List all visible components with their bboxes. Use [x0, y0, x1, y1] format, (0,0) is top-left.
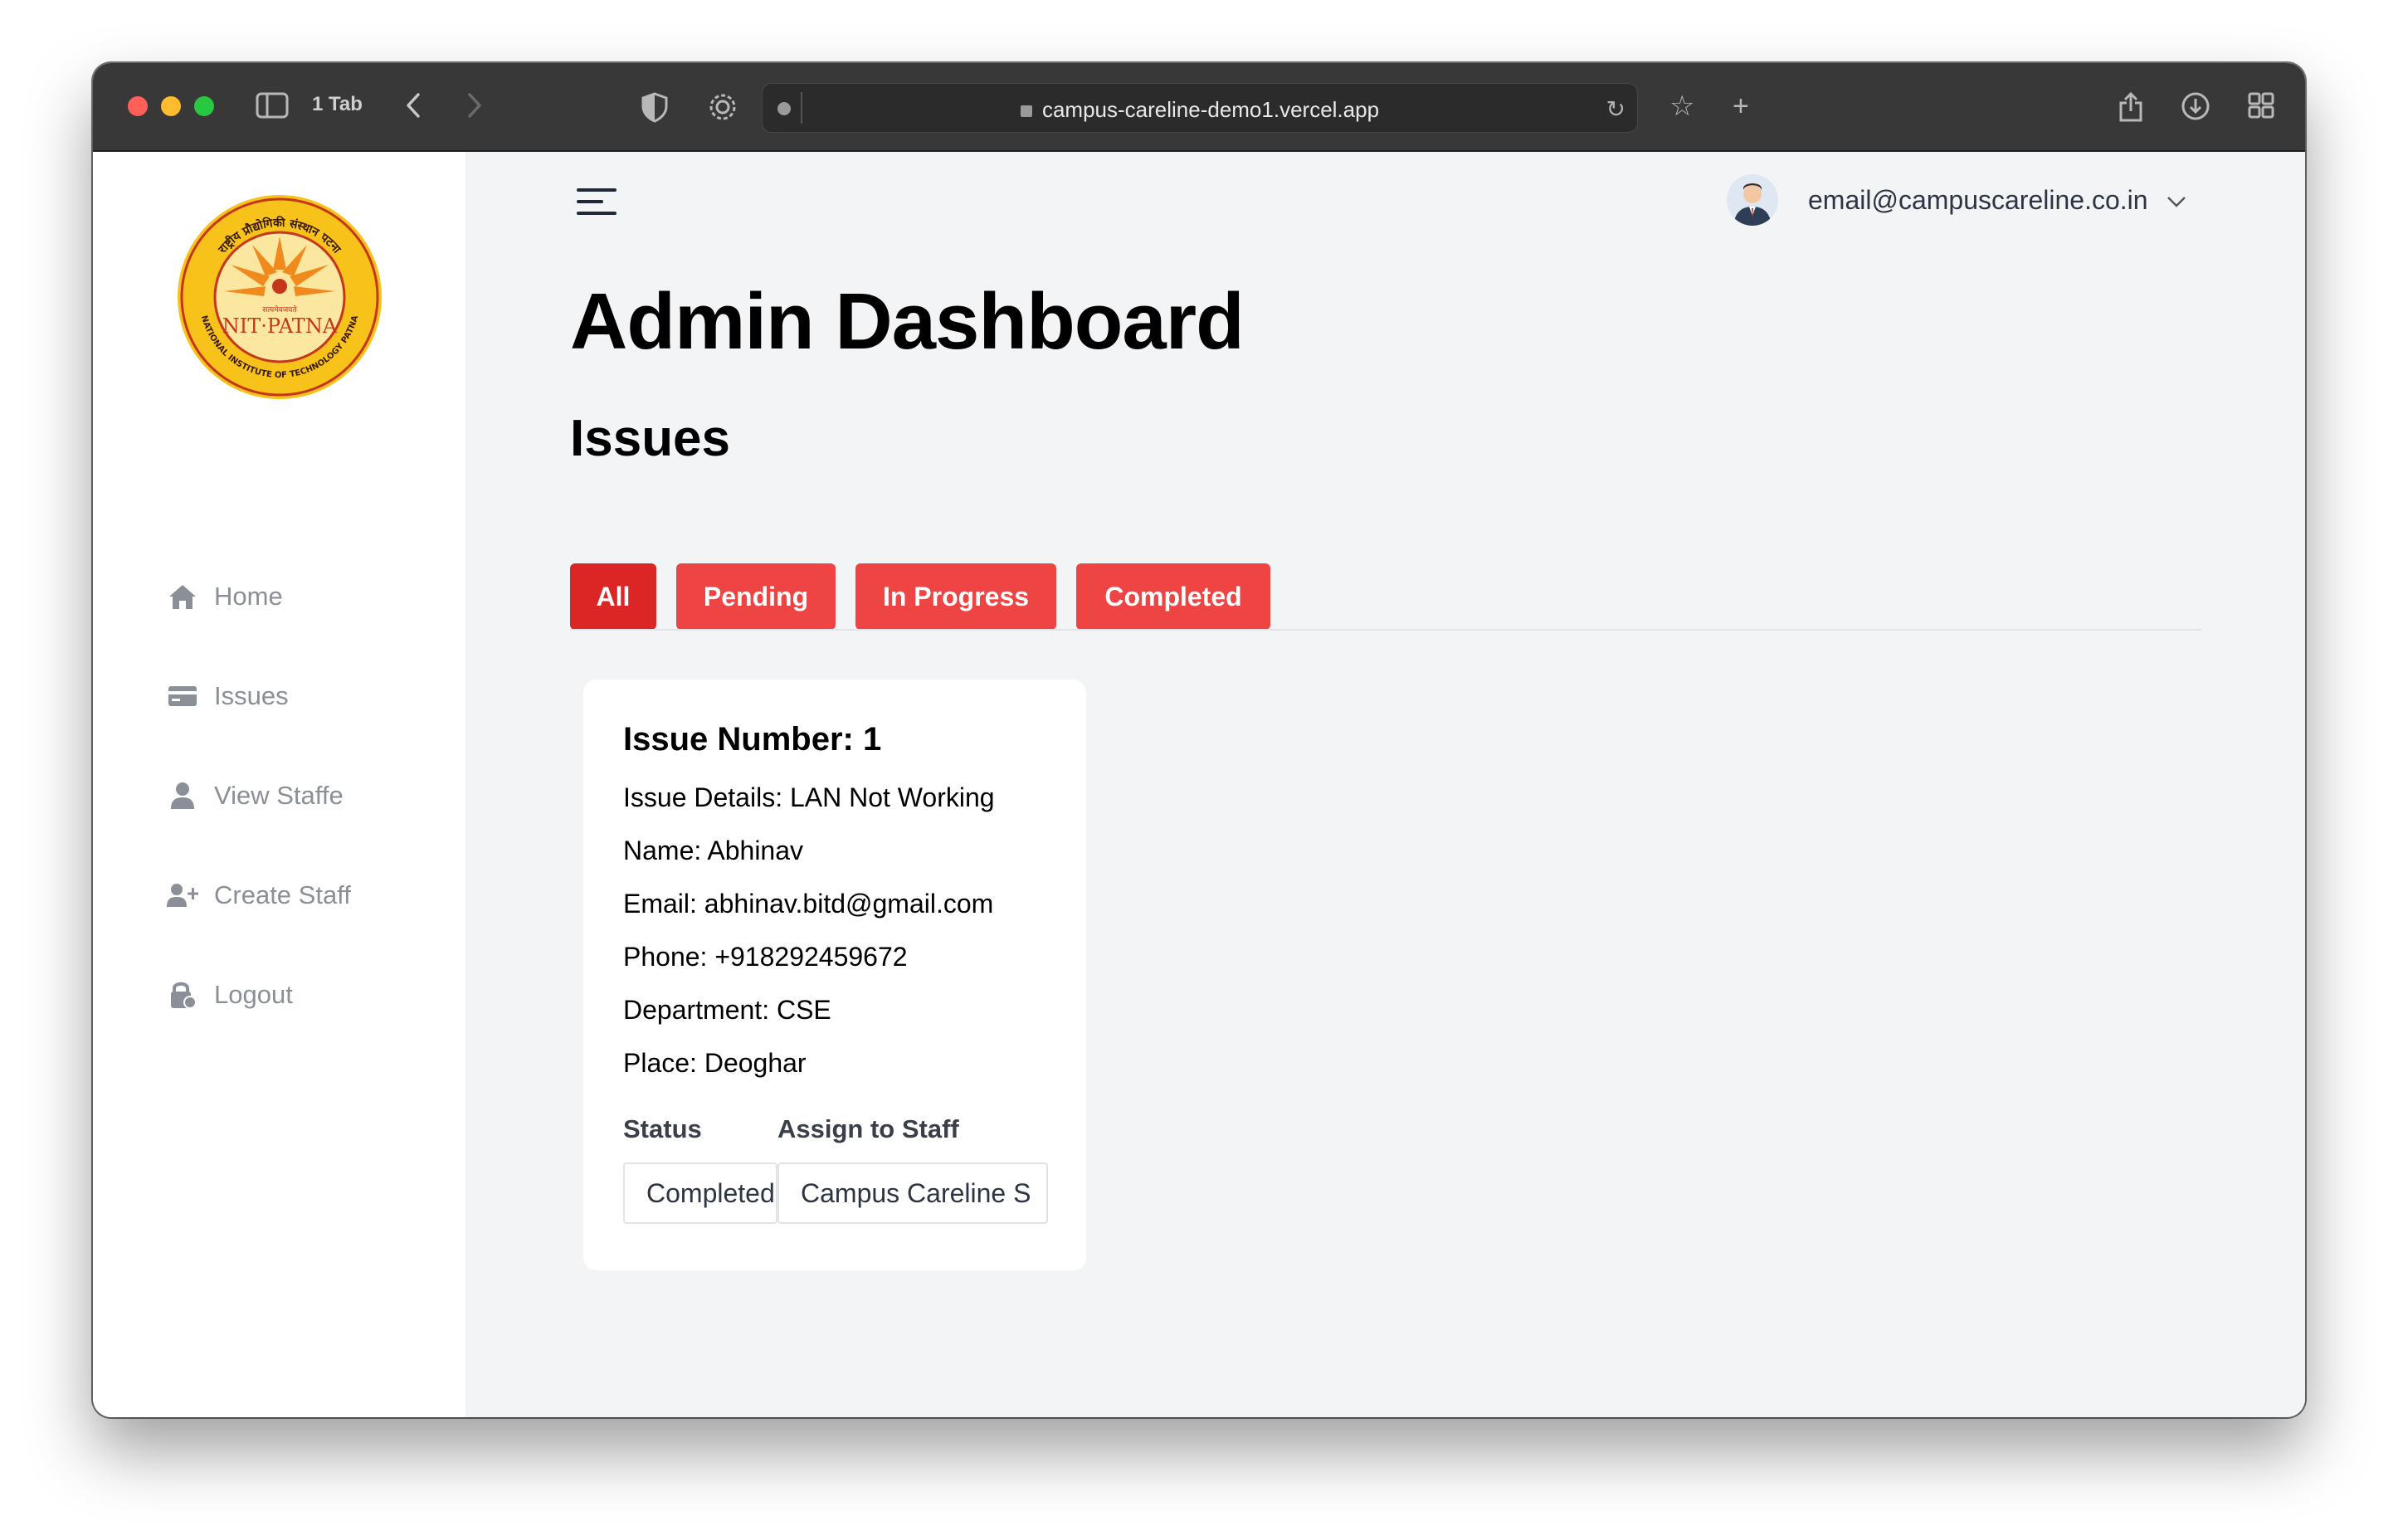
- user-plus-icon: [166, 879, 199, 912]
- issue-details: Issue Details: LAN Not Working: [623, 782, 995, 812]
- sidebar-item-label: View Staffe: [214, 781, 344, 810]
- logo-motto: सत्यमेवजयते: [262, 305, 297, 314]
- padlock-icon: [1020, 105, 1032, 117]
- url-display[interactable]: campus-careline-demo1.vercel.app: [763, 97, 1637, 123]
- chevron-down-icon[interactable]: [2166, 188, 2186, 213]
- issue-card: Issue Number: 1 Issue Details: LAN Not W…: [583, 680, 1086, 1270]
- reload-icon[interactable]: ↻: [1606, 95, 1625, 123]
- menu-toggle-icon[interactable]: [575, 185, 618, 218]
- address-bar[interactable]: campus-careline-demo1.vercel.app ↻: [762, 83, 1638, 133]
- tab-completed[interactable]: Completed: [1076, 563, 1270, 630]
- status-select[interactable]: Completed: [623, 1162, 777, 1224]
- sidebar-toggle-icon[interactable]: [256, 91, 289, 125]
- sidebar-item-create-staff[interactable]: Create Staff: [166, 870, 351, 920]
- tab-overview-icon[interactable]: [2247, 91, 2275, 125]
- issue-email: Email: abhinav.bitd@gmail.com: [623, 889, 994, 919]
- issue-number: Issue Number: 1: [623, 721, 882, 758]
- logo-center-text: NIT·PATNA: [222, 314, 338, 338]
- sidebar-item-issues[interactable]: Issues: [166, 671, 289, 721]
- minimize-window-button[interactable]: [161, 96, 181, 116]
- nit-patna-logo[interactable]: सत्यमेवजयते NIT·PATNA राष्ट्रीय प्रौद्यो…: [176, 193, 383, 401]
- assign-staff-select[interactable]: Campus Careline S: [777, 1162, 1048, 1224]
- sidebar-item-home[interactable]: Home: [166, 572, 283, 621]
- back-icon[interactable]: [403, 91, 423, 125]
- issue-phone: Phone: +918292459672: [623, 942, 908, 972]
- sidebar-item-label: Create Staff: [214, 880, 351, 909]
- sidebar-item-label: Home: [214, 582, 283, 611]
- browser-toolbar: 1 Tab campus-careline-demo1.vercel.app ↻…: [93, 63, 2305, 152]
- user-icon: [166, 779, 199, 812]
- tab-count[interactable]: 1 Tab: [312, 93, 363, 116]
- issue-department: Department: CSE: [623, 995, 831, 1025]
- browser-window: 1 Tab campus-careline-demo1.vercel.app ↻…: [93, 63, 2305, 1417]
- lock-icon: [166, 978, 199, 1011]
- section-title: Issues: [570, 410, 731, 467]
- main-content: email@campuscareline.co.in Admin Dashboa…: [465, 152, 2305, 1417]
- bookmark-star-icon[interactable]: ☆: [1669, 91, 1694, 121]
- extension-gear-icon[interactable]: [707, 91, 738, 129]
- issue-name: Name: Abhinav: [623, 836, 804, 865]
- share-icon[interactable]: [2118, 91, 2144, 129]
- home-icon: [166, 580, 199, 613]
- zoom-window-button[interactable]: [194, 96, 214, 116]
- downloads-icon[interactable]: [2181, 91, 2210, 127]
- card-icon: [166, 680, 199, 713]
- forward-icon[interactable]: [465, 91, 485, 125]
- tab-pending[interactable]: Pending: [676, 563, 836, 630]
- sidebar-item-label: Logout: [214, 980, 293, 1009]
- shield-icon[interactable]: [641, 91, 669, 129]
- url-text: campus-careline-demo1.vercel.app: [1041, 97, 1380, 122]
- new-tab-plus-icon[interactable]: +: [1733, 91, 1749, 121]
- avatar[interactable]: [1727, 174, 1778, 226]
- sidebar: सत्यमेवजयते NIT·PATNA राष्ट्रीय प्रौद्यो…: [93, 152, 465, 1417]
- sidebar-item-label: Issues: [214, 681, 289, 710]
- assign-staff-label: Assign to Staff: [777, 1114, 959, 1143]
- user-menu[interactable]: email@campuscareline.co.in: [1727, 173, 2186, 227]
- tab-all[interactable]: All: [570, 563, 656, 630]
- close-window-button[interactable]: [128, 96, 148, 116]
- page-title: Admin Dashboard: [570, 277, 1245, 366]
- tab-in-progress[interactable]: In Progress: [855, 563, 1056, 630]
- sidebar-item-view-staff[interactable]: View Staffe: [166, 771, 344, 821]
- user-email: email@campuscareline.co.in: [1808, 184, 2148, 215]
- sidebar-item-logout[interactable]: Logout: [166, 970, 293, 1020]
- tabs-divider: [570, 629, 2201, 631]
- status-label: Status: [623, 1114, 702, 1143]
- issue-place: Place: Deoghar: [623, 1048, 807, 1078]
